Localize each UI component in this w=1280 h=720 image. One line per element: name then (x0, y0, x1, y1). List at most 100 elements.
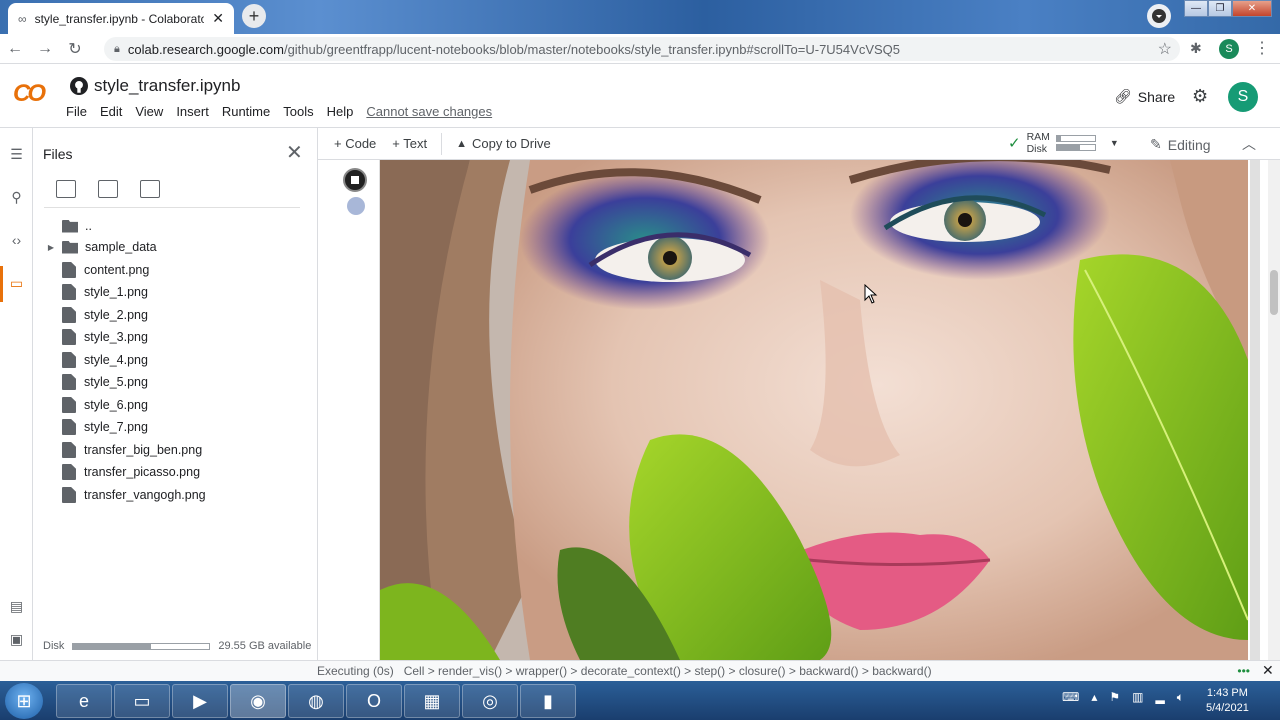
close-panel-icon[interactable]: ✕ (286, 140, 303, 165)
stop-execution-button[interactable] (343, 168, 367, 192)
menu-file[interactable]: File (66, 104, 87, 119)
output-scrollbar[interactable] (1250, 160, 1260, 660)
chrome-icon[interactable]: ◉ (230, 684, 286, 718)
menu-runtime[interactable]: Runtime (222, 104, 270, 119)
executing-user-icon (347, 197, 365, 215)
extensions-icon[interactable]: ✱ (1190, 40, 1202, 57)
files-folder-icon[interactable]: ▭ (0, 275, 33, 292)
close-window-button[interactable]: ✕ (1232, 0, 1272, 17)
status-more-icon[interactable]: ••• (1237, 664, 1250, 678)
opera-icon[interactable]: O (346, 684, 402, 718)
file-icon (62, 464, 76, 480)
left-rail: ☰ ⚲ ‹› ▭ ▤ ▣ (0, 128, 33, 660)
copy-to-drive-label: Copy to Drive (472, 136, 551, 151)
add-code-button[interactable]: + Code (326, 136, 384, 151)
mouse-cursor-icon (864, 284, 878, 304)
terminal-icon[interactable]: ▣ (0, 631, 33, 648)
flag-icon[interactable]: ⚑ (1109, 690, 1120, 705)
settings-gear-icon[interactable]: ⚙ (1192, 86, 1208, 107)
file-row[interactable]: style_6.png (40, 394, 148, 416)
notebook-title[interactable]: style_transfer.ipynb (70, 76, 240, 96)
obs-icon[interactable]: ◎ (462, 684, 518, 718)
file-row[interactable]: style_2.png (40, 304, 148, 326)
add-text-button[interactable]: + Text (384, 136, 435, 151)
maximize-button[interactable]: ❐ (1208, 0, 1232, 17)
colab-logo[interactable]: CO (13, 80, 46, 108)
code-snippets-icon[interactable]: ‹› (0, 232, 33, 248)
menu-edit[interactable]: Edit (100, 104, 122, 119)
minimize-button[interactable]: — (1184, 0, 1208, 17)
close-tab-icon[interactable]: ✕ (212, 10, 224, 27)
editing-mode-button[interactable]: ✎ Editing (1150, 136, 1211, 153)
photo-app-icon[interactable]: ▦ (404, 684, 460, 718)
refresh-folder-icon[interactable] (98, 180, 118, 198)
share-label: Share (1137, 88, 1176, 105)
browser-profile-avatar[interactable]: S (1219, 39, 1239, 59)
back-icon[interactable]: ← (0, 40, 30, 58)
upload-file-icon[interactable] (56, 180, 76, 198)
file-row[interactable]: style_7.png (40, 416, 148, 438)
mount-drive-icon[interactable] (140, 180, 160, 198)
collapse-header-icon[interactable]: ︿ (1242, 134, 1256, 154)
window-app-icon[interactable]: ▮ (520, 684, 576, 718)
command-palette-icon[interactable]: ▤ (0, 598, 33, 615)
tray-expand-icon[interactable]: ▴ (1091, 690, 1097, 705)
network-icon[interactable]: ▥ (1132, 690, 1143, 705)
reload-icon[interactable]: ↻ (60, 39, 90, 59)
file-row[interactable]: transfer_vangogh.png (40, 484, 206, 506)
portrait-image (380, 160, 1248, 660)
notebook-title-text: style_transfer.ipynb (94, 76, 241, 95)
window-controls: — ❐ ✕ (1184, 0, 1272, 17)
browser-menu-icon[interactable]: ⋮ (1254, 38, 1270, 58)
bookmark-star-icon[interactable]: ☆ (1158, 39, 1180, 59)
url-host: colab.research.google.com (127, 41, 284, 57)
copy-to-drive-button[interactable]: ▲ Copy to Drive (448, 136, 559, 151)
file-row[interactable]: style_5.png (40, 371, 148, 393)
search-icon[interactable]: ⚲ (0, 189, 33, 206)
user-avatar[interactable]: S (1228, 82, 1258, 112)
scrollbar-thumb[interactable] (1270, 270, 1278, 315)
taskbar-clock[interactable]: 1:43 PM 5/4/2021 (1206, 686, 1249, 716)
disk-bar (1055, 144, 1096, 151)
share-button[interactable]: 🔗︎ Share (1114, 88, 1175, 105)
file-icon (62, 262, 76, 278)
url-path: /github/greentfrapp/lucent-notebooks/blo… (283, 41, 900, 57)
lock-icon[interactable]: 🔒︎ (114, 43, 120, 56)
new-tab-button[interactable]: + (242, 4, 266, 28)
volume-icon[interactable]: 🔈︎ (1177, 690, 1184, 705)
clock-time: 1:43 PM (1206, 687, 1248, 699)
resources-indicator[interactable]: ✓ RAM Disk ▼ (1008, 131, 1119, 155)
keyboard-icon[interactable]: ⌨ (1062, 690, 1079, 705)
save-warning-link[interactable]: Cannot save changes (366, 104, 492, 119)
file-row[interactable]: content.png (40, 259, 149, 281)
file-row[interactable]: style_3.png (40, 326, 148, 348)
menu-view[interactable]: View (135, 104, 163, 119)
file-icon (62, 397, 76, 413)
signal-icon[interactable]: ▂ (1155, 690, 1164, 705)
parent-dir-row[interactable]: .. (40, 215, 92, 237)
menu-insert[interactable]: Insert (176, 104, 209, 119)
close-status-icon[interactable]: ✕ (1262, 662, 1274, 679)
file-row[interactable]: transfer_big_ben.png (40, 439, 202, 461)
ram-bar (1055, 135, 1096, 142)
url-bar[interactable]: 🔒︎ colab.research.google.com/github/gree… (104, 37, 1180, 61)
menu-tools[interactable]: Tools (283, 104, 313, 119)
tab-search-button[interactable] (1147, 4, 1171, 28)
forward-icon[interactable]: → (30, 40, 60, 58)
file-row[interactable]: style_1.png (40, 281, 148, 303)
table-of-contents-icon[interactable]: ☰ (0, 146, 33, 163)
internet-explorer-icon[interactable]: e (56, 684, 112, 718)
file-row[interactable]: transfer_picasso.png (40, 461, 200, 483)
file-row[interactable]: style_4.png (40, 349, 148, 371)
start-button[interactable]: ⊞ (5, 683, 43, 719)
menu-help[interactable]: Help (327, 104, 354, 119)
file-row[interactable]: ▶ sample_data (40, 236, 157, 258)
file-explorer-icon[interactable]: ▭ (114, 684, 170, 718)
media-player-icon[interactable]: ▶ (172, 684, 228, 718)
editing-label: Editing (1167, 136, 1211, 153)
toolbar-separator (441, 132, 443, 155)
firefox-icon[interactable]: ◍ (288, 684, 344, 718)
vertical-scrollbar[interactable] (1268, 160, 1280, 660)
browser-tab[interactable]: ∞ style_transfer.ipynb - Colaborator ✕ (8, 3, 234, 34)
chevron-down-icon[interactable]: ▼ (1110, 138, 1119, 148)
